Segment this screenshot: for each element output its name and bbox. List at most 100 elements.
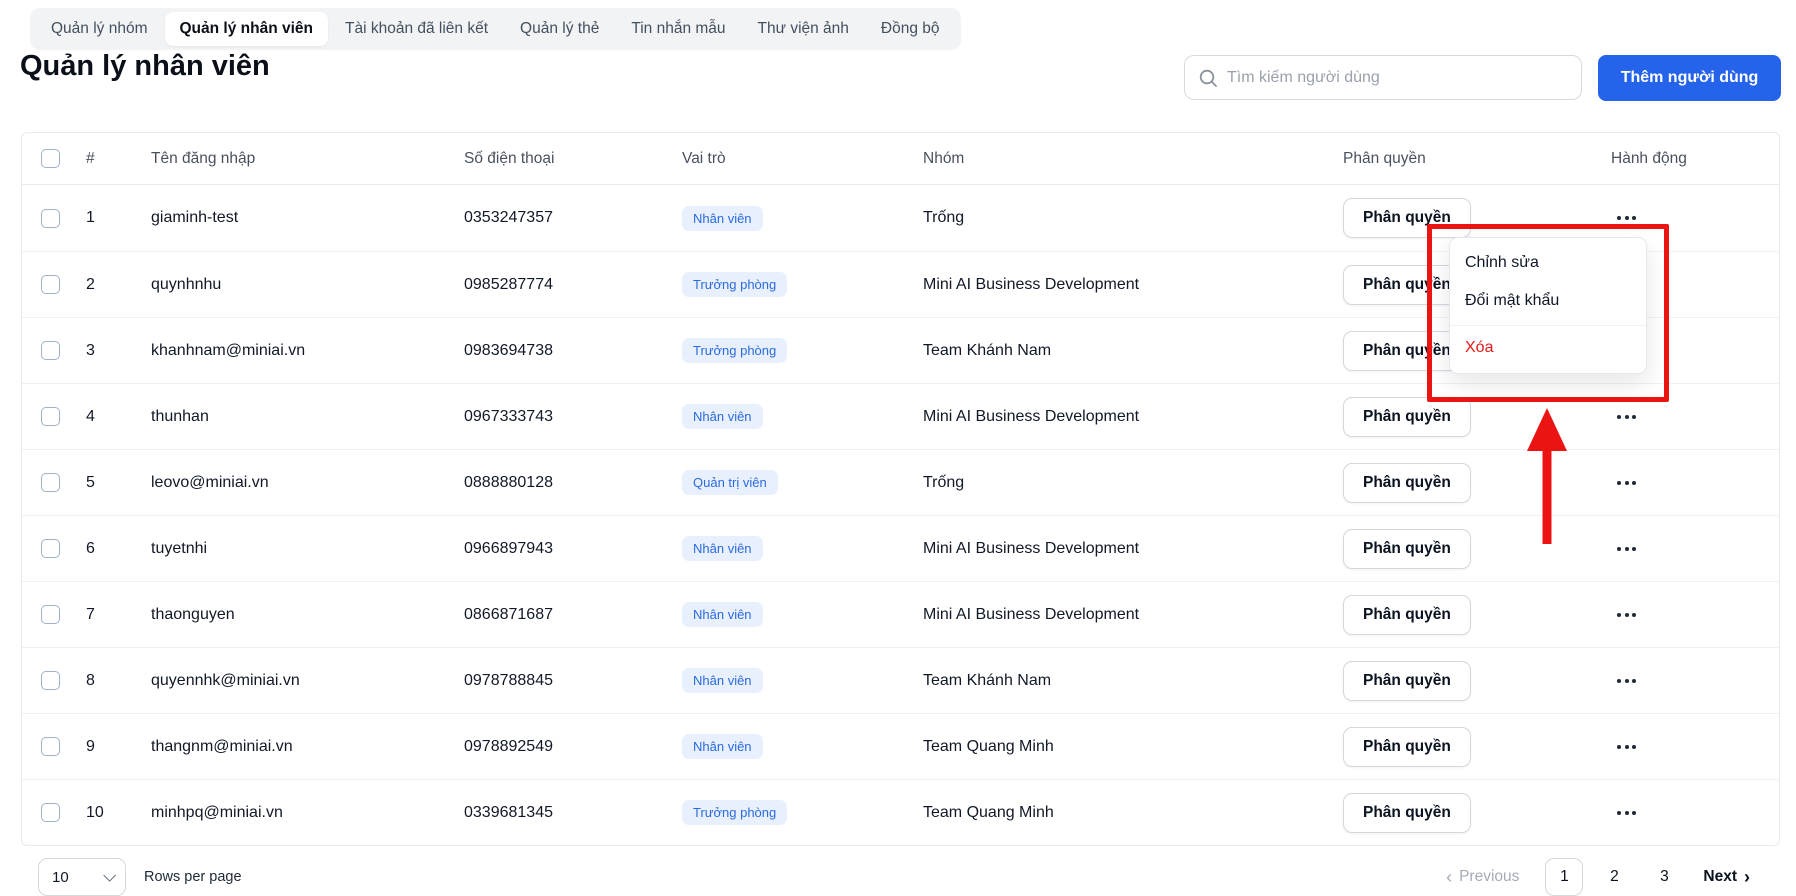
row-checkbox[interactable]	[41, 209, 60, 228]
permission-button[interactable]: Phân quyền	[1343, 198, 1471, 238]
more-icon	[1617, 811, 1621, 815]
more-icon	[1617, 415, 1621, 419]
permission-button[interactable]: Phân quyền	[1343, 595, 1471, 635]
more-icon	[1617, 679, 1621, 683]
previous-label: Previous	[1459, 868, 1519, 886]
add-user-button[interactable]: Thêm người dùng	[1598, 55, 1781, 101]
tab-tin-nhan-mau[interactable]: Tin nhắn mẫu	[616, 12, 740, 46]
header-username: Tên đăng nhập	[130, 150, 443, 168]
more-icon	[1617, 547, 1621, 551]
row-checkbox[interactable]	[41, 473, 60, 492]
row-group: Team Quang Minh	[902, 738, 1322, 756]
tab-quan-ly-nhom[interactable]: Quản lý nhóm	[36, 12, 163, 46]
row-phone: 0353247357	[443, 209, 661, 227]
tab-quan-ly-the[interactable]: Quản lý thẻ	[505, 12, 614, 46]
table-row: 4 thunhan 0967333743 Nhân viên Mini AI B…	[22, 383, 1779, 449]
row-phone: 0967333743	[443, 408, 661, 426]
pagination-next[interactable]: Next ›	[1703, 868, 1750, 886]
row-checkbox[interactable]	[41, 737, 60, 756]
menu-item-change-password[interactable]: Đổi mật khẩu	[1450, 282, 1646, 320]
more-actions-button[interactable]	[1611, 405, 1642, 429]
more-actions-button[interactable]	[1611, 537, 1642, 561]
row-checkbox[interactable]	[41, 407, 60, 426]
search-input-wrapper[interactable]	[1184, 55, 1582, 100]
row-phone: 0985287774	[443, 276, 661, 294]
row-checkbox[interactable]	[41, 605, 60, 624]
menu-item-delete[interactable]: Xóa	[1450, 325, 1646, 367]
tab-thu-vien-anh[interactable]: Thư viện ảnh	[743, 12, 864, 46]
permission-button[interactable]: Phân quyền	[1343, 397, 1471, 437]
permission-button[interactable]: Phân quyền	[1343, 529, 1471, 569]
row-context-menu: Chỉnh sửa Đổi mật khẩu Xóa	[1449, 237, 1647, 374]
tab-tai-khoan-da-lien-ket[interactable]: Tài khoản đã liên kết	[330, 12, 503, 46]
permission-button[interactable]: Phân quyền	[1343, 661, 1471, 701]
row-index: 5	[73, 474, 130, 492]
role-badge: Trưởng phòng	[682, 272, 787, 297]
table-row: 7 thaonguyen 0866871687 Nhân viên Mini A…	[22, 581, 1779, 647]
table-row: 9 thangnm@miniai.vn 0978892549 Nhân viên…	[22, 713, 1779, 779]
row-phone: 0978788845	[443, 672, 661, 690]
table-header-row: # Tên đăng nhập Số điện thoại Vai trò Nh…	[22, 133, 1779, 185]
row-index: 8	[73, 672, 130, 690]
more-icon	[1617, 481, 1621, 485]
chevron-down-icon	[103, 869, 116, 882]
row-phone: 0888880128	[443, 474, 661, 492]
more-actions-button[interactable]	[1611, 206, 1642, 230]
more-icon	[1617, 216, 1621, 220]
row-group: Mini AI Business Development	[902, 540, 1322, 558]
row-checkbox[interactable]	[41, 803, 60, 822]
row-phone: 0966897943	[443, 540, 661, 558]
search-input[interactable]	[1227, 69, 1568, 87]
row-index: 10	[73, 804, 130, 822]
permission-button[interactable]: Phân quyền	[1343, 793, 1471, 833]
more-actions-button[interactable]	[1611, 669, 1642, 693]
row-phone: 0339681345	[443, 804, 661, 822]
tab-quan-ly-nhan-vien[interactable]: Quản lý nhân viên	[165, 12, 329, 46]
row-checkbox[interactable]	[41, 341, 60, 360]
more-actions-button[interactable]	[1611, 735, 1642, 759]
more-actions-button[interactable]	[1611, 603, 1642, 627]
search-icon	[1198, 68, 1218, 88]
row-username: thunhan	[130, 408, 443, 426]
row-username: quyennhk@miniai.vn	[130, 672, 443, 690]
header-action: Hành động	[1587, 150, 1781, 168]
row-username: leovo@miniai.vn	[130, 474, 443, 492]
pagination-previous[interactable]: ‹ Previous	[1446, 868, 1519, 886]
more-actions-button[interactable]	[1611, 801, 1642, 825]
pager: ‹ Previous 1 2 3 Next ›	[1446, 858, 1780, 896]
page-button-2[interactable]: 2	[1595, 858, 1633, 896]
tab-dong-bo[interactable]: Đồng bộ	[866, 12, 955, 46]
header-permission: Phân quyền	[1322, 150, 1587, 168]
page-button-1[interactable]: 1	[1545, 858, 1583, 896]
menu-item-edit[interactable]: Chỉnh sửa	[1450, 244, 1646, 282]
chevron-right-icon: ›	[1744, 868, 1750, 886]
select-all-checkbox[interactable]	[41, 149, 60, 168]
role-badge: Nhân viên	[682, 206, 763, 231]
row-username: tuyetnhi	[130, 540, 443, 558]
row-username: thaonguyen	[130, 606, 443, 624]
header-phone: Số điện thoại	[443, 150, 661, 168]
row-username: giaminh-test	[130, 209, 443, 227]
row-checkbox[interactable]	[41, 671, 60, 690]
row-checkbox[interactable]	[41, 275, 60, 294]
permission-button[interactable]: Phân quyền	[1343, 727, 1471, 767]
header-group: Nhóm	[902, 150, 1322, 168]
rows-per-page-value: 10	[52, 869, 69, 886]
row-index: 2	[73, 276, 130, 294]
row-group: Mini AI Business Development	[902, 408, 1322, 426]
role-badge: Quản trị viên	[682, 470, 778, 495]
page-button-3[interactable]: 3	[1645, 858, 1683, 896]
permission-button[interactable]: Phân quyền	[1343, 463, 1471, 503]
header-checkbox-cell	[22, 149, 73, 168]
table-row: 6 tuyetnhi 0966897943 Nhân viên Mini AI …	[22, 515, 1779, 581]
row-index: 6	[73, 540, 130, 558]
next-label: Next	[1703, 868, 1737, 886]
more-actions-button[interactable]	[1611, 471, 1642, 495]
rows-per-page-select[interactable]: 10	[38, 858, 126, 896]
row-checkbox[interactable]	[41, 539, 60, 558]
role-badge: Nhân viên	[682, 602, 763, 627]
more-icon	[1617, 613, 1621, 617]
table-row: 5 leovo@miniai.vn 0888880128 Quản trị vi…	[22, 449, 1779, 515]
row-group: Team Khánh Nam	[902, 342, 1322, 360]
row-group: Trống	[902, 209, 1322, 227]
